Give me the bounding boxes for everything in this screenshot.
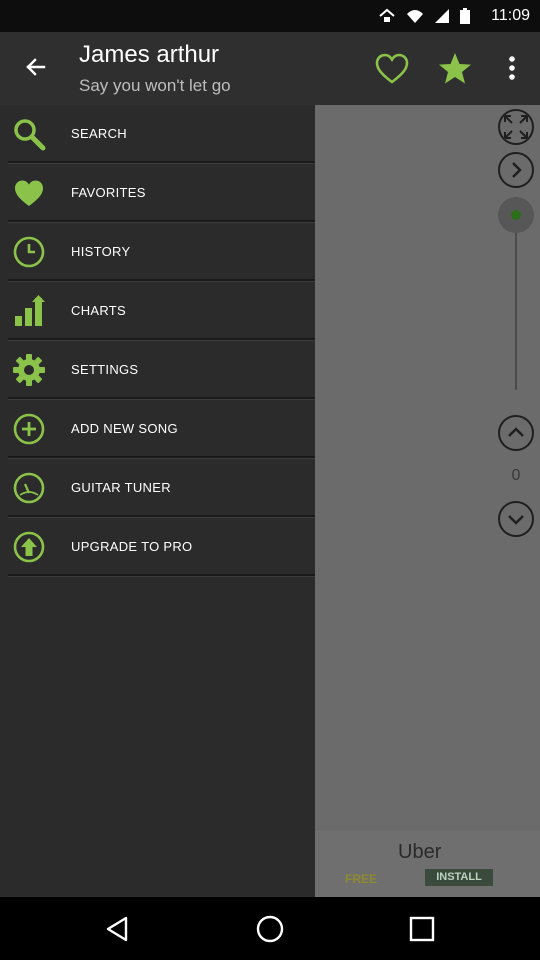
- star-icon: [439, 53, 471, 84]
- nav-recents-icon: [409, 916, 435, 942]
- drawer-item-guitar-tuner[interactable]: GUITAR TUNER: [0, 459, 315, 518]
- next-button[interactable]: [498, 152, 534, 188]
- status-time: 11:09: [491, 7, 530, 24]
- plus-circle-icon: [13, 413, 45, 445]
- chevron-right-icon: [512, 162, 522, 178]
- clock-icon: [13, 236, 45, 268]
- search-icon: [14, 119, 46, 151]
- drawer-item-label: ADD NEW SONG: [71, 421, 178, 436]
- drawer-item-label: FAVORITES: [71, 185, 146, 200]
- drawer-item-charts[interactable]: CHARTS: [0, 282, 315, 341]
- more-vert-icon: [509, 56, 515, 80]
- ad-banner[interactable]: Uber FREE INSTALL: [315, 831, 540, 897]
- network-icon: [379, 8, 395, 22]
- drawer-item-label: SEARCH: [71, 126, 127, 141]
- scroll-down-button[interactable]: [498, 501, 534, 537]
- fullscreen-button[interactable]: [498, 109, 534, 145]
- drawer-item-history[interactable]: HISTORY: [0, 223, 315, 282]
- song-title-subtitle: Say you won't let go: [79, 76, 231, 95]
- speed-slider-knob[interactable]: [498, 197, 534, 233]
- nav-back-button[interactable]: [100, 911, 136, 947]
- drawer-item-favorites[interactable]: FAVORITES: [0, 164, 315, 223]
- gear-icon: [13, 354, 45, 386]
- nav-home-button[interactable]: [252, 911, 288, 947]
- scroll-speed-counter: 0: [511, 467, 521, 484]
- navigation-drawer: SEARCH FAVORITES HISTORY CHARTS SETTINGS…: [0, 105, 315, 897]
- ad-title: Uber: [398, 841, 442, 863]
- signal-icon: [435, 9, 449, 23]
- favorite-button[interactable]: [372, 49, 412, 89]
- back-button[interactable]: [16, 52, 54, 82]
- divider: [8, 574, 315, 577]
- more-options-button[interactable]: [500, 49, 524, 89]
- drawer-item-search[interactable]: SEARCH: [0, 105, 315, 164]
- status-bar: 11:09: [0, 0, 540, 32]
- drawer-item-label: UPGRADE TO PRO: [71, 539, 193, 554]
- drawer-item-label: GUITAR TUNER: [71, 480, 171, 495]
- nav-back-icon: [106, 916, 128, 942]
- drawer-item-upgrade-to-pro[interactable]: UPGRADE TO PRO: [0, 518, 315, 577]
- song-artist-title: James arthur: [79, 41, 220, 68]
- system-navigation-bar: [0, 897, 540, 960]
- battery-icon: [460, 8, 470, 24]
- fullscreen-icon: [504, 115, 528, 139]
- status-icons: [378, 8, 470, 24]
- wifi-icon: [407, 10, 423, 23]
- heart-icon: [15, 180, 43, 206]
- upgrade-arrow-icon: [13, 531, 45, 563]
- app-bar: James arthur Say you won't let go: [0, 32, 540, 105]
- nav-recents-button[interactable]: [404, 911, 440, 947]
- drawer-item-label: SETTINGS: [71, 362, 139, 377]
- drawer-item-add-new-song[interactable]: ADD NEW SONG: [0, 400, 315, 459]
- tuner-icon: [13, 472, 45, 504]
- chevron-down-icon: [508, 515, 524, 525]
- chevron-up-icon: [508, 427, 524, 437]
- star-button[interactable]: [435, 49, 475, 89]
- bar-chart-icon: [15, 295, 45, 326]
- drawer-item-label: CHARTS: [71, 303, 127, 318]
- speed-slider-track[interactable]: [515, 218, 517, 390]
- drawer-item-settings[interactable]: SETTINGS: [0, 341, 315, 400]
- ad-install-button[interactable]: INSTALL: [425, 869, 493, 886]
- nav-home-icon: [256, 915, 284, 943]
- favorite-heart-icon: [375, 53, 409, 84]
- back-arrow-icon: [26, 58, 46, 76]
- drawer-item-label: HISTORY: [71, 244, 131, 259]
- ad-free-label: FREE: [345, 872, 378, 886]
- scroll-up-button[interactable]: [498, 415, 534, 451]
